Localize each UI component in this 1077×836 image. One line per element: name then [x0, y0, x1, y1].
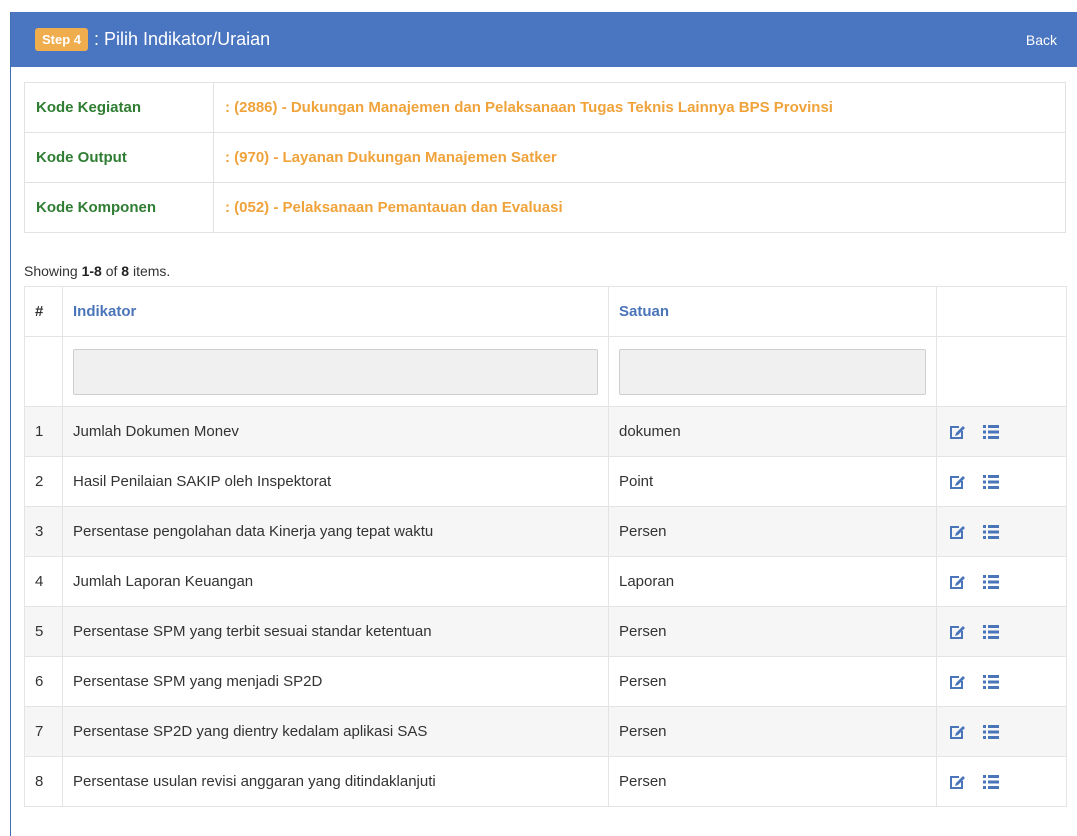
row-satuan: Persen — [608, 656, 937, 707]
edit-icon[interactable] — [947, 422, 967, 442]
row-actions — [936, 456, 1067, 507]
row-number: 2 — [24, 456, 63, 507]
edit-icon[interactable] — [947, 472, 967, 492]
info-row-output: Kode Output : (970) - Layanan Dukungan M… — [24, 132, 1066, 183]
row-actions — [936, 656, 1067, 707]
filter-cell-indikator — [62, 336, 609, 407]
row-number: 8 — [24, 756, 63, 807]
table-row: 3 Persentase pengolahan data Kinerja yang… — [24, 506, 1067, 557]
edit-icon[interactable] — [947, 722, 967, 742]
filter-cell-actions — [936, 336, 1067, 407]
row-indikator: Persentase usulan revisi anggaran yang d… — [62, 756, 609, 807]
list-icon[interactable] — [981, 522, 1001, 542]
list-icon[interactable] — [981, 422, 1001, 442]
table-row: 6 Persentase SPM yang menjadi SP2D Persen — [24, 656, 1067, 707]
row-number: 6 — [24, 656, 63, 707]
row-indikator: Persentase SP2D yang dientry kedalam apl… — [62, 706, 609, 757]
edit-icon[interactable] — [947, 672, 967, 692]
page-title: : Pilih Indikator/Uraian — [94, 29, 271, 49]
back-link[interactable]: Back — [1026, 32, 1057, 48]
filter-cell-empty — [24, 336, 63, 407]
indikator-grid: # Indikator Satuan 1 Jumlah Dokumen Monev… — [24, 286, 1067, 807]
row-indikator: Jumlah Laporan Keuangan — [62, 556, 609, 607]
info-label: Kode Komponen — [24, 182, 214, 233]
row-indikator: Persentase pengolahan data Kinerja yang … — [62, 506, 609, 557]
summary-of: of — [101, 263, 122, 279]
row-satuan: Persen — [608, 506, 937, 557]
list-icon[interactable] — [981, 772, 1001, 792]
row-satuan: Persen — [608, 756, 937, 807]
summary-suffix: items. — [129, 263, 171, 279]
row-actions — [936, 606, 1067, 657]
table-row: 4 Jumlah Laporan Keuangan Laporan — [24, 556, 1067, 607]
column-header-num: # — [24, 286, 63, 337]
table-row: 8 Persentase usulan revisi anggaran yang … — [24, 756, 1067, 807]
main-panel: Step 4 : Pilih Indikator/Uraian Back Kod… — [10, 12, 1077, 836]
table-row: 1 Jumlah Dokumen Monev dokumen — [24, 406, 1067, 457]
row-number: 4 — [24, 556, 63, 607]
row-indikator: Persentase SPM yang menjadi SP2D — [62, 656, 609, 707]
summary-prefix: Showing — [24, 263, 82, 279]
row-number: 7 — [24, 706, 63, 757]
filter-cell-satuan — [608, 336, 937, 407]
info-value: : (970) - Layanan Dukungan Manajemen Sat… — [213, 132, 1066, 183]
info-row-kegiatan: Kode Kegiatan : (2886) - Dukungan Manaje… — [24, 82, 1066, 133]
row-indikator: Hasil Penilaian SAKIP oleh Inspektorat — [62, 456, 609, 507]
edit-icon[interactable] — [947, 772, 967, 792]
list-icon[interactable] — [981, 572, 1001, 592]
list-icon[interactable] — [981, 722, 1001, 742]
info-value: : (052) - Pelaksanaan Pemantauan dan Eva… — [213, 182, 1066, 233]
edit-icon[interactable] — [947, 622, 967, 642]
column-header-actions — [936, 286, 1067, 337]
column-header-satuan[interactable]: Satuan — [608, 286, 937, 337]
row-actions — [936, 706, 1067, 757]
row-actions — [936, 406, 1067, 457]
table-row: 7 Persentase SP2D yang dientry kedalam ap… — [24, 706, 1067, 757]
satuan-filter-input[interactable] — [619, 348, 926, 395]
row-satuan: Persen — [608, 606, 937, 657]
grid-header-row: # Indikator Satuan — [24, 286, 1067, 337]
list-icon[interactable] — [981, 622, 1001, 642]
info-table: Kode Kegiatan : (2886) - Dukungan Manaje… — [24, 82, 1066, 233]
row-number: 1 — [24, 406, 63, 457]
row-actions — [936, 506, 1067, 557]
grid-summary: Showing 1-8 of 8 items. — [24, 263, 170, 279]
filter-row — [24, 336, 1067, 407]
row-satuan: dokumen — [608, 406, 937, 457]
column-header-indikator[interactable]: Indikator — [62, 286, 609, 337]
row-number: 5 — [24, 606, 63, 657]
table-row: 2 Hasil Penilaian SAKIP oleh Inspektorat P… — [24, 456, 1067, 507]
summary-total: 8 — [121, 263, 130, 279]
row-satuan: Laporan — [608, 556, 937, 607]
edit-icon[interactable] — [947, 572, 967, 592]
row-satuan: Point — [608, 456, 937, 507]
info-label: Kode Output — [24, 132, 214, 183]
list-icon[interactable] — [981, 672, 1001, 692]
row-number: 3 — [24, 506, 63, 557]
row-satuan: Persen — [608, 706, 937, 757]
info-row-komponen: Kode Komponen : (052) - Pelaksanaan Pema… — [24, 182, 1066, 233]
info-value: : (2886) - Dukungan Manajemen dan Pelaks… — [213, 82, 1066, 133]
row-indikator: Persentase SPM yang terbit sesuai standa… — [62, 606, 609, 657]
table-row: 5 Persentase SPM yang terbit sesuai stand… — [24, 606, 1067, 657]
edit-icon[interactable] — [947, 522, 967, 542]
summary-range: 1-8 — [81, 263, 102, 279]
list-icon[interactable] — [981, 472, 1001, 492]
info-label: Kode Kegiatan — [24, 82, 214, 133]
panel-heading: Step 4 : Pilih Indikator/Uraian Back — [11, 12, 1077, 67]
row-actions — [936, 556, 1067, 607]
row-actions — [936, 756, 1067, 807]
grid-body: 1 Jumlah Dokumen Monev dokumen 2 Hasil Penil… — [24, 406, 1067, 807]
indikator-filter-input[interactable] — [73, 348, 598, 395]
step-badge: Step 4 — [35, 28, 89, 51]
row-indikator: Jumlah Dokumen Monev — [62, 406, 609, 457]
